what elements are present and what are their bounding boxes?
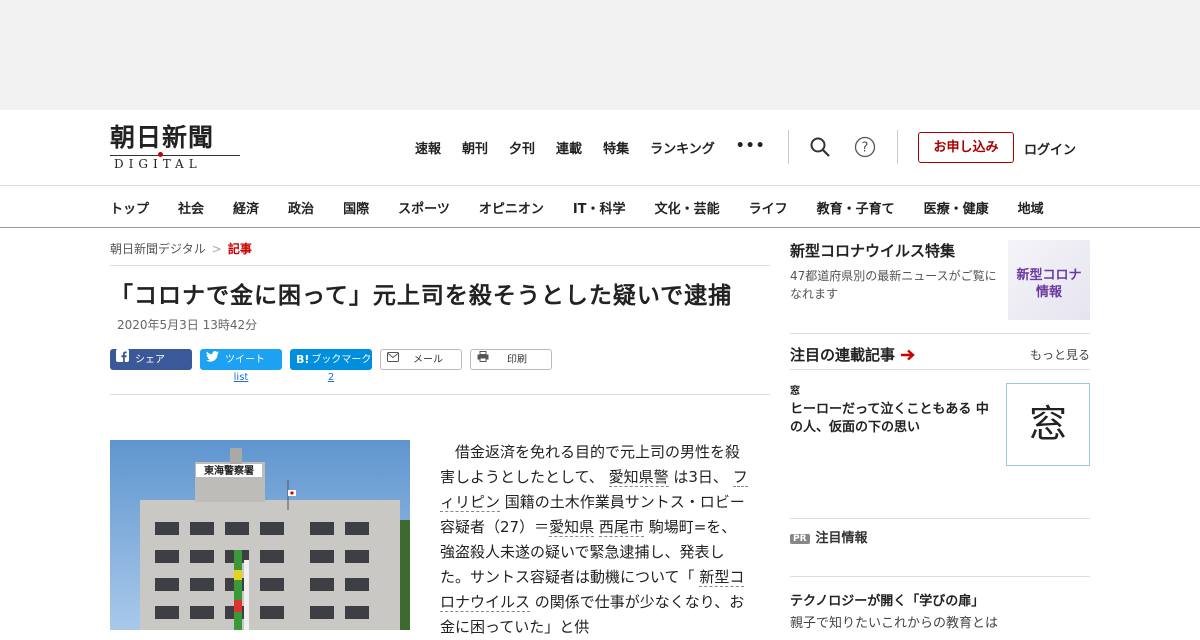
divider bbox=[790, 369, 1090, 370]
print-label: 印刷 bbox=[507, 354, 527, 366]
divider bbox=[790, 576, 1090, 577]
series-heading[interactable]: 注目の連載記事 bbox=[790, 344, 916, 365]
print-button[interactable]: 印刷 bbox=[470, 349, 552, 370]
facebook-icon bbox=[116, 349, 129, 370]
category-top[interactable]: トップ bbox=[110, 198, 149, 217]
article-title: 「コロナで金に困って」元上司を殺そうとした疑いで逮捕 bbox=[110, 283, 733, 309]
share-bar: シェア ツイート list B! ブックマーク 2 メール 印刷 bbox=[110, 349, 770, 395]
category-nav: トップ 社会 経済 政治 国際 スポーツ オピニオン IT・科学 文化・芸能 ラ… bbox=[0, 185, 1200, 228]
series-tag: 窓 bbox=[790, 386, 800, 397]
corona-feature[interactable]: 新型コロナウイルス特集 47都道府県別の最新ニュースがご覧になれます bbox=[790, 240, 1000, 303]
category-economy[interactable]: 経済 bbox=[233, 198, 259, 217]
arrow-right-icon bbox=[900, 345, 916, 364]
category-society[interactable]: 社会 bbox=[178, 198, 204, 217]
signup-button[interactable]: お申し込み bbox=[918, 132, 1014, 163]
pr-section: PR 注目情報 bbox=[790, 527, 868, 546]
link-nishio[interactable]: 西尾市 bbox=[598, 518, 644, 537]
logo-rule bbox=[110, 152, 240, 158]
breadcrumb-current[interactable]: 記事 bbox=[228, 242, 252, 256]
nav-ranking[interactable]: ランキング bbox=[650, 138, 715, 157]
twitter-share-label: ツイート bbox=[225, 354, 265, 366]
category-sports[interactable]: スポーツ bbox=[398, 198, 450, 217]
nav-series[interactable]: 連載 bbox=[556, 138, 582, 157]
svg-text:?: ? bbox=[862, 141, 869, 156]
ad-banner-area bbox=[0, 0, 1200, 110]
category-life[interactable]: ライフ bbox=[749, 198, 788, 217]
promo-title: テクノロジーが開く「学びの扉」 bbox=[790, 594, 985, 609]
nav-evening[interactable]: 夕刊 bbox=[509, 138, 535, 157]
nav-features[interactable]: 特集 bbox=[603, 138, 629, 157]
breadcrumb: 朝日新聞デジタル > 記事 bbox=[110, 240, 770, 266]
body-text: は3日、 bbox=[673, 468, 728, 486]
corona-thumb-line1: 新型コロナ bbox=[1016, 268, 1082, 283]
series-more-link[interactable]: もっと見る bbox=[1030, 346, 1090, 363]
category-education[interactable]: 教育・子育て bbox=[817, 198, 895, 217]
mail-icon bbox=[387, 350, 399, 369]
police-station-sign: 東海警察署 bbox=[204, 464, 254, 477]
corona-thumb-line2: 情報 bbox=[1035, 285, 1062, 300]
hatena-icon: B! bbox=[296, 353, 310, 366]
promo-article[interactable]: テクノロジーが開く「学びの扉」 親子で知りたいこれからの教育とは bbox=[790, 590, 1090, 631]
series-thumbnail[interactable]: 窓 bbox=[1006, 383, 1090, 466]
corona-feature-title: 新型コロナウイルス特集 bbox=[790, 242, 956, 260]
category-politics[interactable]: 政治 bbox=[288, 198, 314, 217]
top-nav: 速報 朝刊 夕刊 連載 特集 ランキング ••• bbox=[415, 138, 787, 157]
series-article-title: ヒーローだって泣くこともある 中の人、仮面の下の思い bbox=[790, 402, 989, 435]
article-main: 朝日新聞デジタル > 記事 「コロナで金に困って」元上司を殺そうとした疑いで逮捕 2… bbox=[110, 240, 770, 636]
header-divider bbox=[897, 130, 898, 164]
mail-share-button[interactable]: メール bbox=[380, 349, 462, 370]
more-menu-icon[interactable]: ••• bbox=[736, 138, 766, 157]
search-icon[interactable] bbox=[809, 136, 831, 158]
series-heading-label: 注目の連載記事 bbox=[790, 346, 896, 364]
series-article[interactable]: 窓 ヒーローだって泣くこともある 中の人、仮面の下の思い bbox=[790, 382, 995, 437]
link-aichi[interactable]: 愛知県 bbox=[549, 518, 595, 537]
site-header: 朝日新聞 DIGITAL 速報 朝刊 夕刊 連載 特集 ランキング ••• ? … bbox=[0, 110, 1200, 185]
printer-icon bbox=[477, 350, 489, 369]
article-body: 借金返済を免れる目的で元上司の男性を殺害しようとしたとして、 愛知県警 は3日、… bbox=[440, 440, 750, 640]
mail-share-label: メール bbox=[413, 354, 443, 366]
breadcrumb-home[interactable]: 朝日新聞デジタル bbox=[110, 242, 206, 256]
logo-subtitle: DIGITAL bbox=[114, 157, 202, 171]
facebook-share-label: シェア bbox=[135, 354, 165, 366]
twitter-share-button[interactable]: ツイート bbox=[200, 349, 282, 370]
pr-label: 注目情報 bbox=[815, 531, 868, 546]
hatena-count[interactable]: 2 bbox=[290, 372, 372, 383]
facebook-share-button[interactable]: シェア bbox=[110, 349, 192, 370]
site-logo[interactable]: 朝日新聞 DIGITAL bbox=[110, 124, 240, 170]
twitter-icon bbox=[206, 349, 219, 370]
corona-feature-thumbnail[interactable]: 新型コロナ 情報 bbox=[1008, 240, 1090, 320]
login-link[interactable]: ログイン bbox=[1024, 139, 1076, 158]
divider bbox=[790, 333, 1090, 334]
promo-desc: 親子で知りたいこれからの教育とは bbox=[790, 616, 999, 631]
category-it-science[interactable]: IT・科学 bbox=[573, 198, 626, 217]
article-date: 2020年5月3日 13時42分 bbox=[117, 318, 258, 332]
article-photo[interactable]: 東海警察署 bbox=[110, 440, 410, 630]
corona-feature-desc: 47都道府県別の最新ニュースがご覧になれます bbox=[790, 269, 997, 301]
hatena-bookmark-label: ブックマーク bbox=[311, 354, 372, 366]
breadcrumb-separator: > bbox=[211, 242, 222, 256]
category-region[interactable]: 地域 bbox=[1018, 198, 1044, 217]
twitter-count[interactable]: list bbox=[200, 372, 282, 383]
category-health[interactable]: 医療・健康 bbox=[924, 198, 989, 217]
series-thumb-glyph: 窓 bbox=[1028, 402, 1067, 446]
hatena-bookmark-button[interactable]: B! ブックマーク bbox=[290, 349, 372, 370]
category-international[interactable]: 国際 bbox=[343, 198, 369, 217]
header-divider bbox=[788, 130, 789, 164]
divider bbox=[790, 518, 1090, 519]
pr-badge: PR bbox=[790, 533, 810, 544]
nav-morning[interactable]: 朝刊 bbox=[462, 138, 488, 157]
link-aichi-police[interactable]: 愛知県警 bbox=[608, 468, 669, 487]
category-opinion[interactable]: オピニオン bbox=[479, 198, 544, 217]
category-culture[interactable]: 文化・芸能 bbox=[655, 198, 720, 217]
nav-breaking[interactable]: 速報 bbox=[415, 138, 441, 157]
logo-title: 朝日新聞 bbox=[110, 123, 215, 152]
help-icon[interactable]: ? bbox=[854, 136, 876, 158]
